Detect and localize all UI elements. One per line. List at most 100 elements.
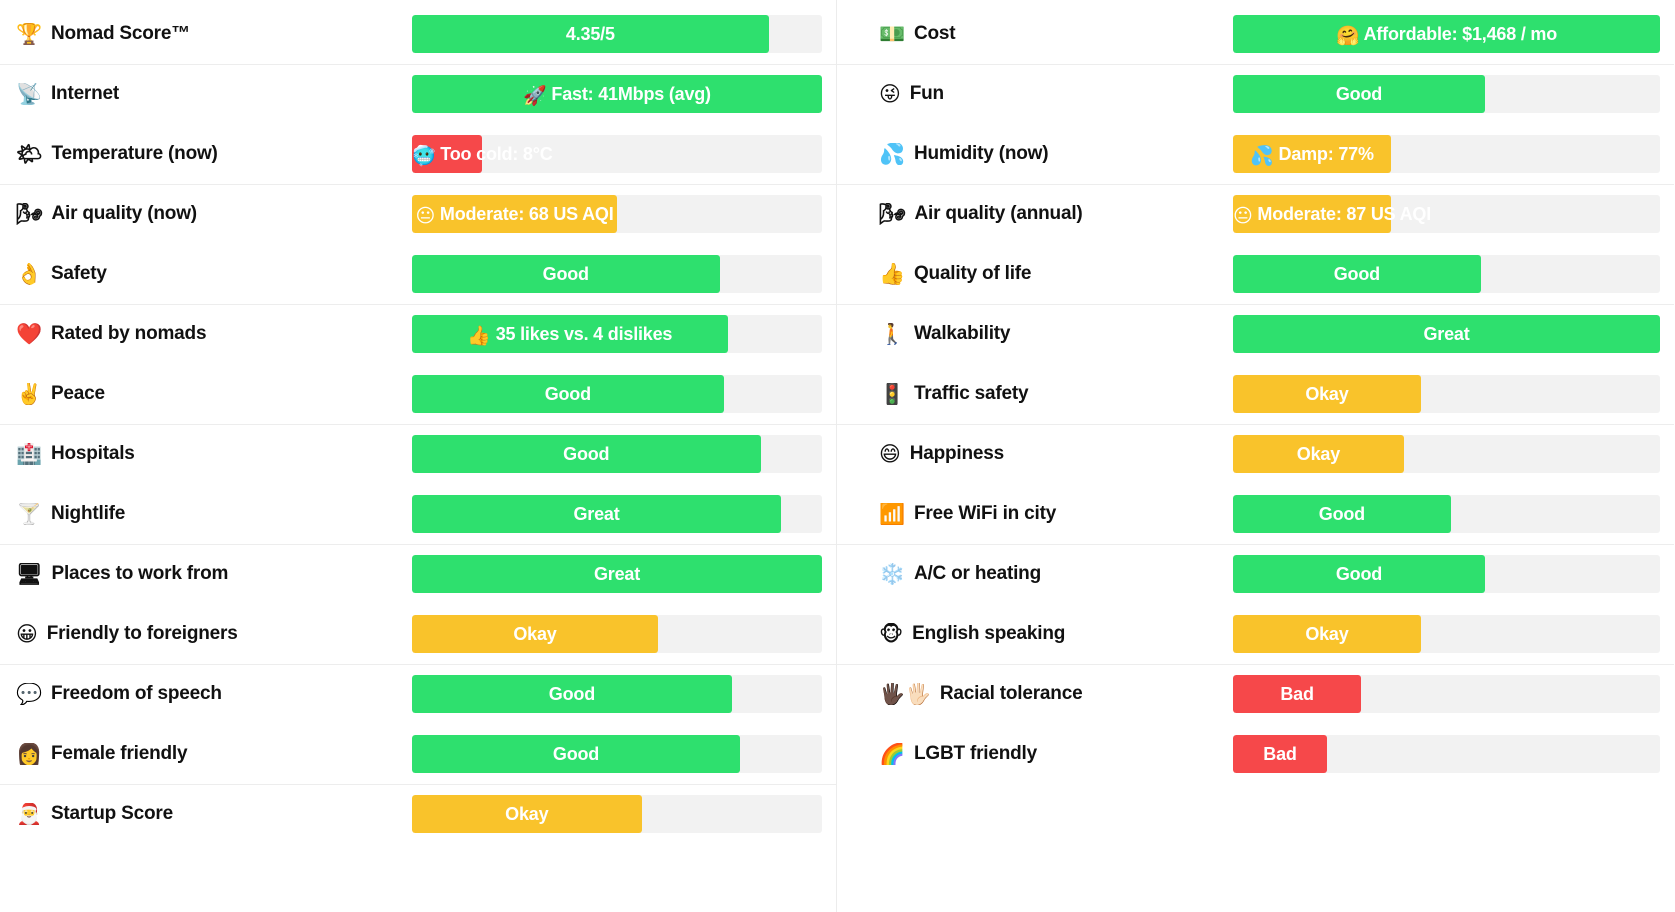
score-bar-track[interactable]: Good: [412, 735, 822, 773]
score-bar-track[interactable]: Okay: [1233, 375, 1660, 413]
score-bar-track[interactable]: 👍 35 likes vs. 4 dislikes: [412, 315, 822, 353]
nomad-scores-panel: 🏆 Nomad Score™ 4.35/5 📡 Internet 🚀 Fast: 41Mb…: [0, 0, 1675, 912]
score-bar-track[interactable]: Good: [1233, 495, 1660, 533]
score-row-label-text: Temperature (now): [51, 143, 218, 164]
victory-hand-icon: ✌️: [16, 383, 42, 405]
score-bar-track[interactable]: 🥶 Too cold: 8°C: [412, 135, 822, 173]
score-row[interactable]: 💦 Humidity (now) 💦 Damp: 77%: [837, 124, 1674, 184]
score-row[interactable]: ✌️ Peace Good: [0, 364, 836, 424]
score-bar-track[interactable]: Good: [412, 435, 822, 473]
score-row[interactable]: 🌬 Air quality (now) 😐 Moderate: 68 US AQI: [0, 184, 836, 244]
score-bar-track[interactable]: Great: [412, 495, 822, 533]
score-bar-track[interactable]: 😐 Moderate: 87 US AQI: [1233, 195, 1660, 233]
score-row[interactable]: 👩 Female friendly Good: [0, 724, 836, 784]
score-bar-fill: [412, 195, 617, 233]
score-bar-fill: [412, 255, 720, 293]
score-row[interactable]: 📶 Free WiFi in city Good: [837, 484, 1674, 544]
score-row[interactable]: 🏥 Hospitals Good: [0, 424, 836, 484]
score-row[interactable]: 👍 Quality of life Good: [837, 244, 1674, 304]
score-row-label: ✌️ Peace: [16, 383, 412, 405]
score-bar-track[interactable]: 😐 Moderate: 68 US AQI: [412, 195, 822, 233]
score-bar-track[interactable]: Good: [1233, 255, 1660, 293]
score-row[interactable]: 😄 Happiness Okay: [837, 424, 1674, 484]
scores-column-left: 🏆 Nomad Score™ 4.35/5 📡 Internet 🚀 Fast: 41Mb…: [0, 0, 837, 912]
score-bar-track[interactable]: Good: [412, 375, 822, 413]
ok-hand-icon: 👌: [16, 263, 42, 285]
score-bar-fill: [412, 315, 728, 353]
score-row[interactable]: 🖐🏿🖐🏻 Racial tolerance Bad: [837, 664, 1674, 724]
score-row[interactable]: 💵 Cost 🤗 Affordable: $1,468 / mo: [837, 4, 1674, 64]
score-row-label-text: Nightlife: [50, 503, 126, 524]
score-bar-track[interactable]: Okay: [412, 615, 822, 653]
score-bar-track[interactable]: Good: [1233, 75, 1660, 113]
money-icon: 💵: [879, 23, 905, 45]
score-row-label: 😜 Fun: [853, 83, 1233, 105]
score-bar-fill: [1233, 555, 1485, 593]
score-row[interactable]: 😜 Fun Good: [837, 64, 1674, 124]
hospital-icon: 🏥: [16, 443, 42, 465]
sweat-droplets-icon: 💦: [879, 143, 905, 165]
walking-icon: 🚶: [879, 323, 905, 345]
score-bar-track[interactable]: Bad: [1233, 735, 1660, 773]
score-row[interactable]: 📡 Internet 🚀 Fast: 41Mbps (avg): [0, 64, 836, 124]
score-bar-fill: [412, 435, 761, 473]
score-bar-track[interactable]: Great: [1233, 315, 1660, 353]
score-row[interactable]: 🚶 Walkability Great: [837, 304, 1674, 364]
score-row-label-text: Walkability: [913, 323, 1011, 344]
score-bar-track[interactable]: Okay: [412, 795, 822, 833]
trophy-icon: 🏆: [16, 23, 42, 45]
score-bar-track[interactable]: 🚀 Fast: 41Mbps (avg): [412, 75, 822, 113]
score-bar-track[interactable]: Bad: [1233, 675, 1660, 713]
score-bar-track[interactable]: Good: [1233, 555, 1660, 593]
score-bar-fill: [412, 675, 732, 713]
thumbs-up-icon: 👍: [879, 263, 905, 285]
score-row-label-text: Quality of life: [913, 263, 1032, 284]
score-row[interactable]: ❤️ Rated by nomads 👍 35 likes vs. 4 dislik…: [0, 304, 836, 364]
sun-cloud-icon: 🌤: [16, 143, 43, 165]
score-row[interactable]: 🌬 Air quality (annual) 😐 Moderate: 87 US A…: [837, 184, 1674, 244]
score-row[interactable]: 😀 Friendly to foreigners Okay: [0, 604, 836, 664]
score-row[interactable]: 👌 Safety Good: [0, 244, 836, 304]
score-row[interactable]: 🐵 English speaking Okay: [837, 604, 1674, 664]
score-row[interactable]: 🚦 Traffic safety Okay: [837, 364, 1674, 424]
score-row[interactable]: ❄️ A/C or heating Good: [837, 544, 1674, 604]
score-row-label-text: LGBT friendly: [913, 743, 1037, 764]
score-bar-track[interactable]: Okay: [1233, 615, 1660, 653]
score-bar-fill: [412, 735, 740, 773]
score-row-label: ❄️ A/C or heating: [853, 563, 1233, 585]
score-bar-track[interactable]: Okay: [1233, 435, 1660, 473]
score-row-label: 🎅 Startup Score: [16, 803, 412, 825]
score-row[interactable]: 🍸 Nightlife Great: [0, 484, 836, 544]
score-bar-track[interactable]: 🤗 Affordable: $1,468 / mo: [1233, 15, 1660, 53]
scores-column-right: 💵 Cost 🤗 Affordable: $1,468 / mo 😜 Fun Good 💦 H…: [837, 0, 1674, 912]
score-row-label: 🏥 Hospitals: [16, 443, 412, 465]
score-bar-fill: [412, 75, 822, 113]
score-row-label: 👌 Safety: [16, 263, 412, 285]
score-row[interactable]: 🌤 Temperature (now) 🥶 Too cold: 8°C: [0, 124, 836, 184]
score-row[interactable]: 💬 Freedom of speech Good: [0, 664, 836, 724]
score-row-label-text: Free WiFi in city: [913, 503, 1057, 524]
score-bar-track[interactable]: Good: [412, 675, 822, 713]
score-row[interactable]: 🖥 Places to work from Great: [0, 544, 836, 604]
score-bar-track[interactable]: 4.35/5: [412, 15, 822, 53]
score-row-label-text: Startup Score: [50, 803, 173, 824]
score-row[interactable]: 🌈 LGBT friendly Bad: [837, 724, 1674, 784]
score-row-label: 🐵 English speaking: [853, 623, 1233, 645]
score-row-label-text: Female friendly: [50, 743, 188, 764]
score-bar-track[interactable]: Good: [412, 255, 822, 293]
score-bar-fill: [1233, 375, 1421, 413]
traffic-light-icon: 🚦: [879, 383, 905, 405]
score-bar-fill: [1233, 615, 1421, 653]
tongue-face-icon: 😜: [879, 83, 901, 105]
grin-icon: 😀: [16, 623, 38, 645]
score-row[interactable]: 🏆 Nomad Score™ 4.35/5: [0, 4, 836, 64]
score-row[interactable]: 🎅 Startup Score Okay: [0, 784, 836, 844]
score-row-label: 🌬 Air quality (annual): [853, 203, 1233, 225]
score-row-label-text: Air quality (annual): [914, 203, 1083, 224]
score-bar-fill: [1233, 135, 1391, 173]
score-bar-track[interactable]: 💦 Damp: 77%: [1233, 135, 1660, 173]
score-bar-track[interactable]: Great: [412, 555, 822, 593]
score-bar-fill: [412, 615, 658, 653]
score-row-label: 🖥 Places to work from: [16, 563, 412, 585]
score-row-label-text: Humidity (now): [913, 143, 1049, 164]
